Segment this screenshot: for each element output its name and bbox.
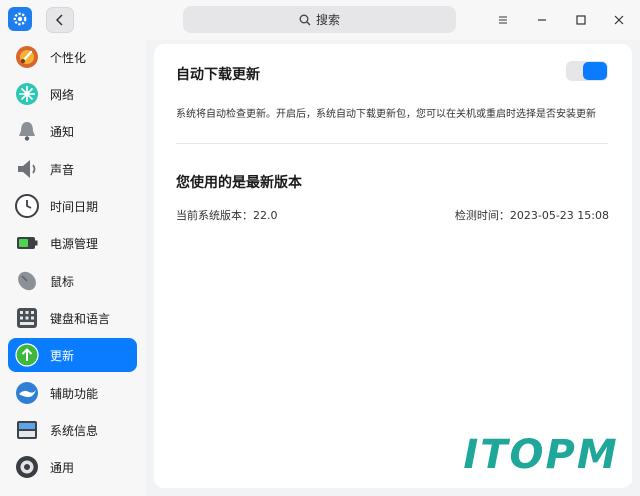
- sidebar-item-network[interactable]: 网络: [8, 77, 137, 111]
- close-button[interactable]: [607, 8, 631, 32]
- back-button[interactable]: [46, 7, 74, 33]
- chevron-left-icon: [55, 14, 63, 26]
- sidebar-item-keyboard[interactable]: 键盘和语言: [8, 301, 137, 335]
- current-version-text: 当前系统版本：22.0: [176, 209, 278, 222]
- clock-icon: [14, 193, 40, 219]
- mouse-icon: [14, 268, 40, 294]
- sidebar-item-accessibility[interactable]: 辅助功能: [8, 376, 137, 410]
- settings-app-icon: [8, 7, 32, 31]
- sidebar-item-label: 网络: [50, 87, 75, 102]
- search-input[interactable]: 搜索: [183, 6, 456, 33]
- title-bar: 搜索: [0, 0, 640, 40]
- sidebar-item-label: 辅助功能: [50, 386, 99, 401]
- search-placeholder: 搜索: [315, 13, 340, 27]
- auto-update-description: 系统将自动检查更新。开启后，系统自动下载更新包，您可以在关机或重启时选择是否安装…: [176, 109, 596, 120]
- sidebar-item-power[interactable]: 电源管理: [8, 226, 137, 260]
- general-icon: [14, 454, 40, 480]
- update-status-title: 您使用的是最新版本: [176, 175, 302, 191]
- bell-icon: [14, 118, 40, 144]
- section-divider: [176, 143, 608, 144]
- last-checked-text: 检测时间：2023-05-23 15:08: [454, 209, 609, 222]
- speaker-icon: [14, 156, 40, 182]
- update-icon: [14, 342, 40, 368]
- keyboard-icon: [14, 305, 40, 331]
- sidebar-item-label: 通知: [50, 124, 75, 139]
- sidebar-item-label: 电源管理: [50, 236, 99, 251]
- maximize-icon: [576, 15, 586, 25]
- network-icon: [14, 81, 40, 107]
- sidebar: 个性化 网络 通知 声音 时间日期 电源管理 鼠标 键盘和语言 更新 辅助功能 …: [0, 40, 146, 496]
- sidebar-item-label: 个性化: [50, 50, 87, 65]
- sidebar-item-update[interactable]: 更新: [8, 338, 137, 372]
- auto-update-title: 自动下载更新: [176, 67, 260, 83]
- battery-icon: [14, 230, 40, 256]
- toggle-knob: [583, 62, 607, 80]
- sidebar-item-label: 鼠标: [50, 274, 75, 289]
- auto-update-toggle[interactable]: [566, 61, 608, 81]
- sidebar-item-sound[interactable]: 声音: [8, 152, 137, 186]
- search-icon: [299, 14, 311, 25]
- sidebar-item-system-info[interactable]: 系统信息: [8, 413, 137, 447]
- system-info-icon: [14, 417, 40, 443]
- update-settings-panel: 自动下载更新 系统将自动检查更新。开启后，系统自动下载更新包，您可以在关机或重启…: [154, 44, 632, 488]
- close-icon: [614, 15, 624, 25]
- sidebar-item-label: 声音: [50, 162, 75, 177]
- sidebar-item-notification[interactable]: 通知: [8, 114, 137, 148]
- minimize-button[interactable]: [530, 8, 554, 32]
- accessibility-icon: [14, 380, 40, 406]
- sidebar-item-label: 更新: [50, 348, 75, 363]
- sidebar-item-label: 通用: [50, 460, 75, 475]
- minimize-icon: [538, 19, 546, 21]
- personalization-icon: [14, 44, 40, 70]
- sidebar-item-label: 时间日期: [50, 199, 99, 214]
- hamburger-menu-icon: [499, 16, 507, 24]
- menu-button[interactable]: [491, 8, 515, 32]
- sidebar-item-mouse[interactable]: 鼠标: [8, 264, 137, 298]
- sidebar-item-personalization[interactable]: 个性化: [8, 40, 137, 74]
- sidebar-item-label: 系统信息: [50, 423, 99, 438]
- maximize-button[interactable]: [569, 8, 593, 32]
- sidebar-item-general[interactable]: 通用: [8, 450, 137, 484]
- sidebar-item-datetime[interactable]: 时间日期: [8, 189, 137, 223]
- watermark-text: ITOPM: [463, 432, 619, 478]
- watermark-logo: ITOPM: [450, 427, 632, 483]
- sidebar-item-label: 键盘和语言: [50, 311, 111, 326]
